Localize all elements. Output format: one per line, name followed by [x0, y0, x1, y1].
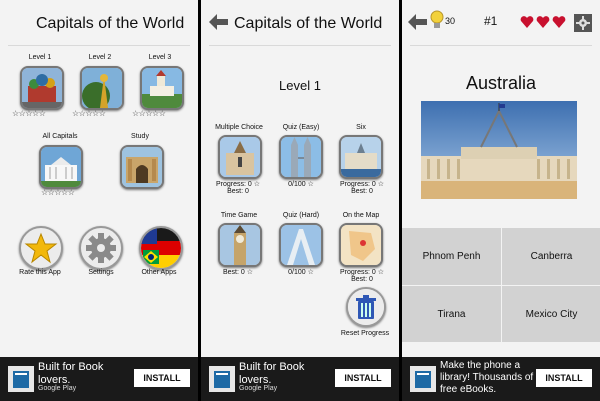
level-1-label: Level 1: [28, 54, 52, 61]
other-apps-label: Other Apps: [141, 269, 177, 276]
settings-gear-icon[interactable]: [574, 14, 592, 32]
question-country: Australia: [465, 73, 537, 93]
other-apps-button[interactable]: [139, 226, 183, 270]
best-text: Best: 0: [227, 188, 249, 195]
progress-text: Progress: 0 ☆: [339, 269, 384, 276]
level-2-stars: ☆☆☆☆☆: [72, 109, 106, 118]
divider: [410, 45, 592, 46]
settings-button[interactable]: [79, 226, 123, 270]
back-arrow-icon[interactable]: [209, 14, 229, 30]
back-arrow-icon[interactable]: [408, 14, 428, 30]
progress-text: 0/100 ☆: [288, 181, 314, 188]
gear-icon: [86, 233, 116, 263]
best-text: Best: 0: [351, 276, 373, 283]
mode-image: [281, 137, 321, 177]
reset-label: Reset Progress: [340, 330, 390, 337]
ad-headline: Built for Book lovers.: [38, 361, 104, 386]
install-button[interactable]: INSTALL: [335, 369, 391, 387]
divider: [209, 45, 391, 46]
answer-option-1[interactable]: Phnom Penh: [402, 228, 501, 285]
level-2-button[interactable]: [80, 66, 124, 110]
progress-text: Progress: 0 ☆: [339, 181, 384, 188]
all-capitals-image: [41, 147, 81, 187]
lives-hearts: [520, 15, 568, 29]
flags-icon: [141, 228, 181, 268]
rate-button[interactable]: [19, 226, 63, 270]
map-image: [341, 225, 381, 265]
mode-label-six: Six: [356, 124, 366, 131]
level-1-button[interactable]: [20, 66, 64, 110]
mode-label-quiz-hard: Quiz (Hard): [282, 212, 320, 219]
hints-count: 30: [445, 16, 456, 26]
heart-icon: [520, 16, 566, 28]
level-1-stars: ☆☆☆☆☆: [12, 109, 46, 118]
multiple-choice-button[interactable]: [218, 135, 262, 179]
time-game-button[interactable]: [218, 223, 262, 267]
book-app-icon: [8, 366, 34, 392]
ad-store: Google Play: [38, 385, 77, 392]
main-menu-screen: Capitals of the World Level 1 ☆☆☆☆☆ Leve…: [0, 0, 198, 401]
level-3-label: Level 3: [148, 54, 172, 61]
lightbulb-icon[interactable]: [430, 10, 444, 32]
reset-progress-button[interactable]: [346, 287, 386, 327]
book-app-icon: [410, 366, 436, 392]
all-capitals-label: All Capitals: [42, 133, 78, 140]
divider: [8, 45, 190, 46]
mode-image: [220, 137, 260, 177]
settings-label: Settings: [88, 269, 114, 276]
install-button[interactable]: INSTALL: [134, 369, 190, 387]
study-button[interactable]: [120, 145, 164, 189]
answer-option-2[interactable]: Canberra: [501, 228, 600, 285]
progress-text: 0/100 ☆: [288, 269, 314, 276]
level-heading: Level 1: [279, 78, 321, 93]
all-capitals-button[interactable]: [39, 145, 83, 189]
level-2-image: [82, 68, 122, 108]
mode-image: [281, 225, 321, 265]
answer-option-4[interactable]: Mexico City: [501, 285, 600, 343]
mode-label-quiz-easy: Quiz (Easy): [282, 124, 320, 131]
ad-headline: Make the phone a library! Thousands of f…: [440, 360, 534, 395]
star-icon: [24, 232, 58, 264]
header: 30 #1: [402, 0, 600, 44]
header: Capitals of the World: [0, 0, 198, 44]
all-capitals-stars: ☆☆☆☆☆: [41, 188, 75, 197]
ad-banner[interactable]: Built for Book lovers. Google Play INSTA…: [201, 357, 399, 401]
install-button[interactable]: INSTALL: [536, 369, 592, 387]
quiz-screen: 30 #1 Australia Phnom Penh Canberra Tira…: [402, 0, 600, 401]
ad-store: Google Play: [239, 385, 278, 392]
mode-label-time-game: Time Game: [220, 212, 258, 219]
question-number: #1: [484, 14, 498, 28]
progress-text: Best: 0 ☆: [222, 269, 253, 276]
page-title: Capitals of the World: [234, 15, 383, 32]
ad-headline: Built for Book lovers.: [239, 361, 305, 386]
header: Capitals of the World: [201, 0, 399, 44]
mode-label-on-the-map: On the Map: [342, 212, 380, 219]
level-menu-screen: Capitals of the World Level 1 Multiple C…: [201, 0, 399, 401]
study-image: [122, 147, 162, 187]
answers-grid: Phnom Penh Canberra Tirana Mexico City: [402, 228, 600, 343]
on-the-map-button[interactable]: [339, 223, 383, 267]
best-text: Best: 0: [351, 188, 373, 195]
progress-text: Progress: 0 ☆: [215, 181, 260, 188]
ad-banner[interactable]: Make the phone a library! Thousands of f…: [402, 357, 600, 401]
six-button[interactable]: [339, 135, 383, 179]
level-1-image: [22, 68, 62, 108]
rate-label: Rate this App: [19, 269, 61, 276]
page-title: Capitals of the World: [36, 15, 185, 32]
level-3-stars: ☆☆☆☆☆: [132, 109, 166, 118]
mode-image: [220, 225, 260, 265]
level-3-button[interactable]: [140, 66, 184, 110]
quiz-hard-button[interactable]: [279, 223, 323, 267]
ad-banner[interactable]: Built for Book lovers. Google Play INSTA…: [0, 357, 198, 401]
answer-option-3[interactable]: Tirana: [402, 285, 501, 343]
level-3-image: [142, 68, 182, 108]
mode-image: [341, 137, 381, 177]
quiz-easy-button[interactable]: [279, 135, 323, 179]
level-2-label: Level 2: [88, 54, 112, 61]
study-label: Study: [131, 133, 149, 140]
book-app-icon: [209, 366, 235, 392]
landmark-photo: [421, 101, 577, 199]
trash-icon: [348, 289, 384, 325]
mode-label-multiple-choice: Multiple Choice: [215, 124, 263, 131]
